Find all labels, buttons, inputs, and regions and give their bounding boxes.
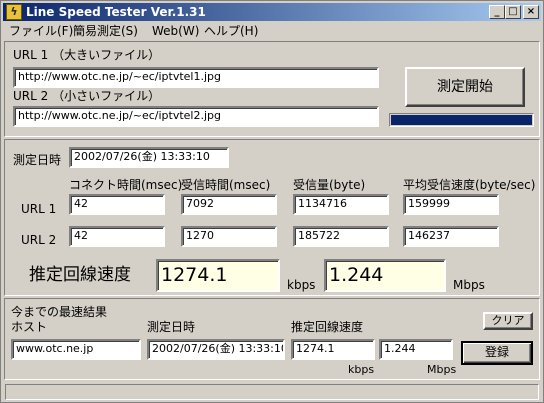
minimize-button[interactable]: _	[489, 5, 505, 19]
status-bar	[5, 384, 539, 400]
menu-web[interactable]: Web(W)	[152, 23, 199, 39]
url2-receive-bytes: 185722	[293, 226, 389, 247]
url2-connect-time: 42	[69, 226, 165, 247]
col-receive-bytes: 受信量(byte)	[293, 178, 366, 192]
url2-receive-time: 1270	[181, 226, 277, 247]
col-receive-time: 受信時間(msec)	[181, 178, 271, 192]
menu-file[interactable]: ファイル(F)	[9, 23, 73, 39]
datetime-field: 2002/07/26(金) 13:33:10	[69, 147, 229, 168]
url2-label: URL 2 （小さいファイル）	[13, 89, 161, 103]
datetime-label: 測定日時	[13, 153, 62, 167]
start-measure-button[interactable]: 測定開始	[405, 67, 525, 107]
app-window: ϟ Line Speed Tester Ver.1.31 _ □ × ファイル(…	[0, 0, 544, 403]
url1-avg-speed: 159999	[403, 194, 499, 215]
mbps-unit: Mbps	[453, 278, 485, 292]
row-url2-label: URL 2	[21, 233, 57, 247]
url1-receive-time: 7092	[181, 194, 277, 215]
url1-label: URL 1 （大きいファイル）	[13, 48, 161, 62]
lightning-icon[interactable]: ϟ	[6, 4, 22, 20]
url1-input[interactable]: http://www.otc.ne.jp/~ec/iptvtel1.jpg	[13, 67, 379, 88]
mbps-field: 1.244	[324, 259, 446, 292]
url1-connect-time: 42	[69, 194, 165, 215]
best-kbps-field: 1274.1	[291, 339, 375, 360]
progress-fill	[391, 115, 532, 125]
host-label: ホスト	[11, 320, 48, 334]
maximize-button[interactable]: □	[505, 5, 521, 19]
url1-receive-bytes: 1134716	[293, 194, 389, 215]
menu-bar: ファイル(F) 簡易測定(S) Web(W) ヘルプ(H)	[3, 22, 541, 40]
best-kbps-unit: kbps	[348, 363, 375, 376]
best-mbps-field: 1.244	[379, 339, 453, 360]
window-title: Line Speed Tester Ver.1.31	[26, 5, 206, 19]
best-speed-label: 推定回線速度	[291, 320, 364, 334]
menu-help[interactable]: ヘルプ(H)	[204, 23, 258, 39]
url2-input[interactable]: http://www.otc.ne.jp/~ec/iptvtel2.jpg	[13, 106, 379, 127]
measurement-panel: 測定日時 2002/07/26(金) 13:33:10 コネクト時間(msec)…	[4, 139, 540, 296]
title-bar[interactable]: ϟ Line Speed Tester Ver.1.31 _ □ ×	[3, 3, 541, 21]
register-button[interactable]: 登録	[461, 341, 533, 365]
clear-button[interactable]: クリア	[483, 312, 533, 330]
estimated-speed-label: 推定回線速度	[29, 265, 131, 285]
best-title: 今までの最速結果	[11, 305, 108, 319]
url2-avg-speed: 146237	[403, 226, 499, 247]
kbps-unit: kbps	[287, 278, 316, 292]
col-avg-speed: 平均受信速度(byte/sec)	[403, 178, 536, 192]
best-result-panel: 今までの最速結果 ホスト 測定日時 推定回線速度 クリア www.otc.ne.…	[4, 298, 540, 380]
close-button[interactable]: ×	[523, 5, 539, 19]
best-datetime-field: 2002/07/26(金) 13:33:10	[147, 339, 285, 360]
progress-bar	[389, 113, 534, 127]
kbps-field: 1274.1	[156, 259, 280, 292]
best-host-field: www.otc.ne.jp	[11, 339, 141, 360]
best-datetime-label: 測定日時	[147, 320, 196, 334]
col-connect-time: コネクト時間(msec)	[69, 178, 183, 192]
menu-simple-measure[interactable]: 簡易測定(S)	[73, 23, 138, 39]
row-url1-label: URL 1	[21, 202, 57, 216]
best-mbps-unit: Mbps	[427, 363, 457, 376]
